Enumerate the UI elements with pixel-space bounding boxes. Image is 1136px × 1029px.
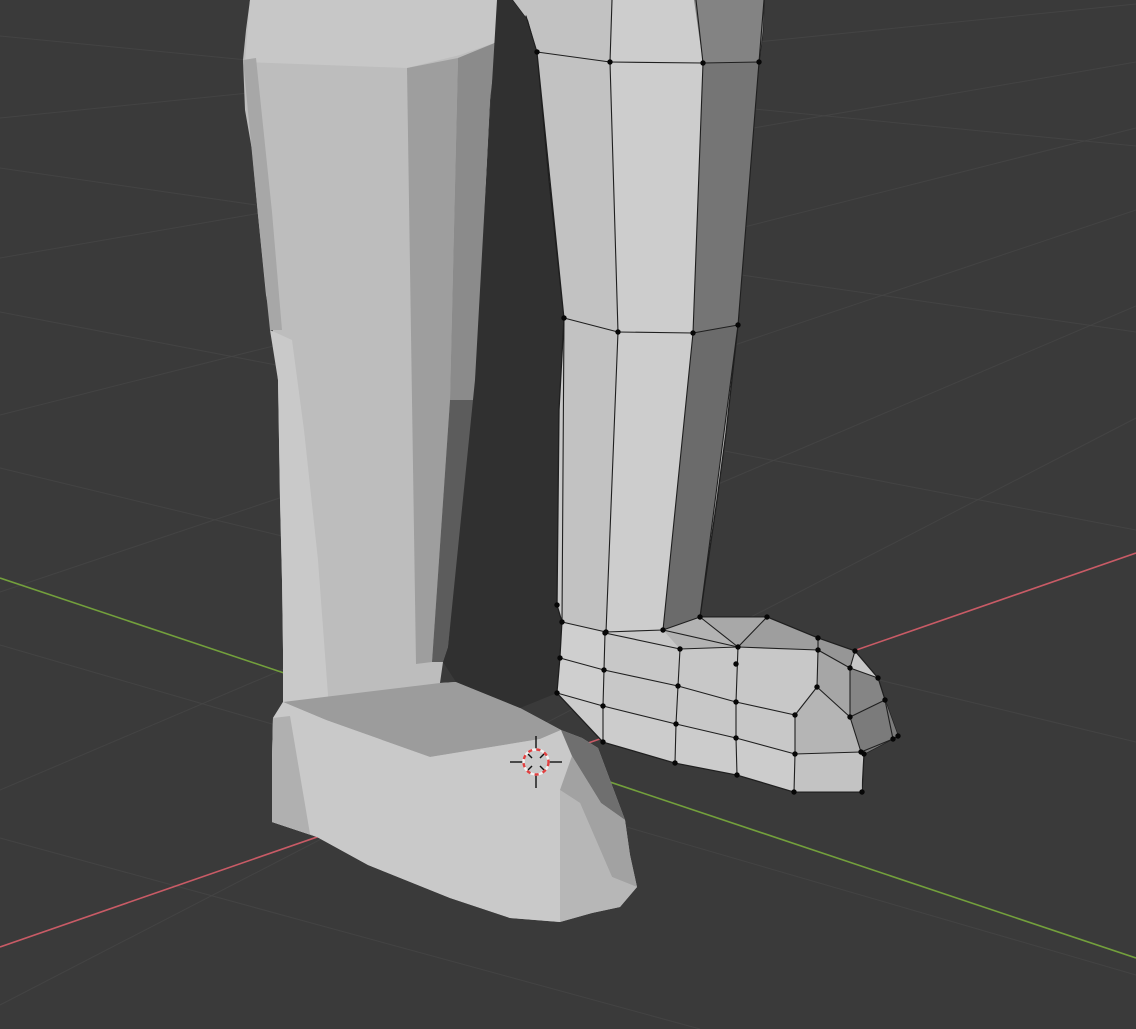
mesh-vertex[interactable] [859, 789, 864, 794]
mesh-vertex[interactable] [735, 644, 740, 649]
mesh-vertex[interactable] [733, 661, 738, 666]
mesh-vertex[interactable] [660, 627, 665, 632]
mesh-vertex[interactable] [847, 665, 852, 670]
right-leg-facet-toe-bottom-quad [794, 752, 862, 792]
mesh-vertex[interactable] [697, 614, 702, 619]
mesh-vertex[interactable] [847, 714, 852, 719]
mesh-vertex[interactable] [764, 614, 769, 619]
mesh-vertex[interactable] [690, 330, 695, 335]
mesh-vertex[interactable] [615, 329, 620, 334]
blender-3d-viewport[interactable] [0, 0, 1136, 1029]
mesh-vertex[interactable] [700, 60, 705, 65]
mesh-vertex[interactable] [600, 739, 605, 744]
mesh-vertex[interactable] [554, 690, 559, 695]
mesh-vertex[interactable] [672, 760, 677, 765]
mesh-vertex[interactable] [607, 59, 612, 64]
mesh-vertex[interactable] [734, 772, 739, 777]
mesh-vertex[interactable] [756, 59, 761, 64]
mesh-vertex[interactable] [852, 648, 857, 653]
mesh-vertex[interactable] [791, 789, 796, 794]
mesh-vertex[interactable] [895, 733, 900, 738]
mesh-vertex[interactable] [559, 619, 564, 624]
mesh-vertex[interactable] [557, 655, 562, 660]
mesh-vertex[interactable] [861, 751, 866, 756]
mesh-vertex[interactable] [735, 322, 740, 327]
mesh-vertex[interactable] [673, 721, 678, 726]
mesh-vertex[interactable] [600, 703, 605, 708]
mesh-vertex[interactable] [792, 712, 797, 717]
mesh-vertex[interactable] [677, 646, 682, 651]
mesh-vertex[interactable] [602, 630, 607, 635]
right-leg-facet-dark-side-upper [694, 0, 764, 63]
mesh-vertex[interactable] [792, 751, 797, 756]
mesh-vertex[interactable] [561, 315, 566, 320]
viewport-canvas[interactable] [0, 0, 1136, 1029]
mesh-vertex[interactable] [814, 684, 819, 689]
mesh-vertex[interactable] [675, 683, 680, 688]
mesh-vertex[interactable] [601, 667, 606, 672]
mesh-vertex[interactable] [890, 736, 895, 741]
mesh-vertex[interactable] [875, 675, 880, 680]
mesh-vertex[interactable] [554, 602, 559, 607]
mesh-vertex[interactable] [815, 635, 820, 640]
mesh-vertex[interactable] [882, 697, 887, 702]
mesh-vertex[interactable] [815, 647, 820, 652]
mesh-vertex[interactable] [733, 735, 738, 740]
mesh-vertex[interactable] [534, 49, 539, 54]
mesh-vertex[interactable] [733, 699, 738, 704]
